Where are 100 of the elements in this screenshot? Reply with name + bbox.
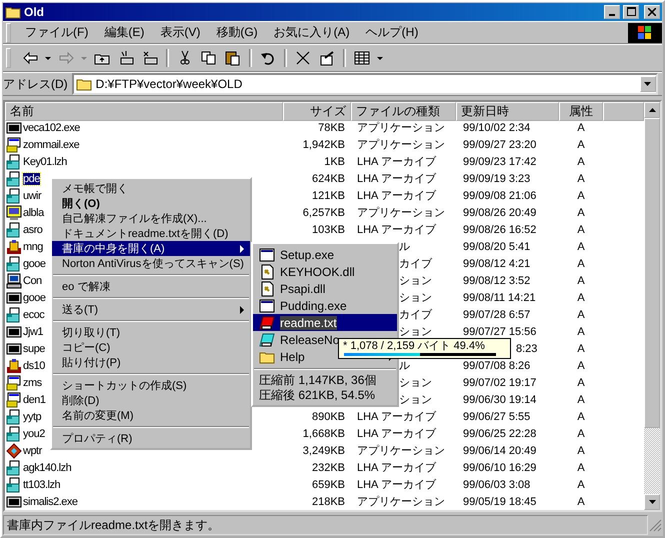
file-name[interactable]: supe [23,342,45,355]
menu-item[interactable]: Setup.exe [253,246,397,263]
file-name[interactable]: mng [23,240,43,253]
settings-file-icon [259,264,275,280]
back-arrow-icon [21,50,39,66]
menu-item[interactable]: ショートカットの作成(S) [52,378,250,393]
file-size: 659KB [312,478,345,491]
scroll-thumb[interactable] [644,118,660,428]
menu-item[interactable]: 自己解凍ファイルを作成(X)... [52,211,250,226]
menu-item[interactable]: Norton AntiVirusを使ってスキャン(S) [52,256,250,271]
column-header[interactable]: 名前 [5,102,283,122]
file-name[interactable]: ecoc [23,308,44,321]
file-name[interactable]: tt103.lzh [23,478,60,491]
menu-item[interactable]: 編集(E) [96,22,152,44]
menu-item[interactable]: 書庫の中身を開く(A) [52,241,250,256]
menu-item[interactable]: プロパティ(R) [52,431,250,446]
caret-button[interactable] [375,54,385,62]
dropdown-button[interactable] [640,76,656,92]
file-name[interactable]: you2 [23,428,45,440]
file-type: アプリケーション [357,139,445,152]
menu-item[interactable]: ファイル(F) [17,22,96,44]
file-name[interactable]: agk140.lzh [23,462,72,474]
menu-item[interactable]: Psapi.dll [253,280,397,297]
menu-item[interactable]: 移動(G) [208,22,266,44]
menu-item[interactable]: 開く(O) [52,196,250,211]
file-name[interactable]: Con [23,274,42,287]
archive-icon [6,222,22,238]
modified-date: 99/09/23 17:42 [463,156,536,168]
column-header[interactable]: サイズ [283,102,351,122]
file-attribute: A [577,224,585,236]
file-name[interactable]: den1 [23,394,46,406]
file-name[interactable]: veca102.exe [23,122,80,134]
notebook-icon [259,332,275,348]
menu-item[interactable]: ドキュメントreadme.txtを開く(D) [52,226,250,241]
file-name[interactable]: ds10 [23,360,45,372]
minimize-icon [609,14,615,16]
installer-icon [6,374,22,391]
modified-date: 8:23 [516,342,538,355]
close-button[interactable] [644,4,660,19]
menu-item[interactable]: 切り取り(T) [52,325,250,340]
menu-item[interactable]: 表示(V) [152,22,208,44]
menu-item[interactable]: 削除(D) [52,393,250,408]
menu-item[interactable]: お気に入り(A) [266,22,358,44]
modified-date: 99/08/20 5:41 [463,240,530,253]
file-attribute: A [577,376,585,389]
file-name[interactable]: gooe [23,292,46,304]
program-icon [6,290,22,306]
file-type: アプリケーション [357,496,445,508]
file-name[interactable]: simalis2.exe [23,496,78,508]
file-name[interactable]: zms [23,376,42,389]
file-type: LHA アーカイブ [357,479,436,492]
file-name[interactable]: Key01.lzh [23,156,67,168]
modified-date: 99/09/08 21:06 [463,190,536,202]
file-name[interactable]: asro [23,224,42,236]
column-header[interactable]: ファイルの種類 [351,102,456,122]
menu-item[interactable]: ヘルプ(H) [358,22,426,44]
column-header[interactable]: 属性 [559,102,603,122]
caret-icon [377,56,383,60]
file-name[interactable]: wptr [23,444,42,457]
file-type: ル [399,241,410,254]
view-grid-icon [353,50,371,66]
box-icon [6,358,22,374]
maximize-button[interactable] [623,4,639,19]
minimize-button[interactable] [604,4,620,19]
scroll-up-button[interactable] [644,102,660,118]
menu-item[interactable]: コピー(C) [52,340,250,355]
notebook-icon [259,314,275,330]
menu-item[interactable]: Pudding.exe [253,297,397,314]
file-size: 232KB [312,462,345,474]
address-field[interactable]: D:¥FTP¥vector¥week¥OLD [72,73,658,96]
program-icon [6,340,22,357]
menu-item[interactable]: readme.txt [253,314,397,331]
caret-button[interactable] [43,54,53,62]
menu-item[interactable]: メモ帳で開く [52,181,250,196]
scrollbar[interactable] [644,102,660,510]
file-name[interactable]: yytp [23,410,42,423]
file-name[interactable]: albla [23,206,44,219]
file-name[interactable]: pde [23,172,40,185]
tooltip-text: * 1,078 / 2,159 バイト 49.4% [343,340,486,352]
archive-tool-icon [6,204,22,221]
menu-item[interactable]: 貼り付け(P) [52,355,250,370]
up-arrow-icon [648,108,656,112]
archive-icon [6,476,22,493]
file-name[interactable]: zommail.exe [23,138,80,151]
paste-icon [224,50,242,66]
file-name[interactable]: uwir [23,190,42,202]
modified-date: 99/06/03 3:08 [463,478,530,491]
file-name[interactable]: gooe [23,258,46,270]
column-header[interactable]: 更新日時 [456,102,559,122]
file-type: LHA アーカイブ [357,224,436,236]
file-type: ション [399,326,432,338]
file-attribute: A [577,172,585,185]
file-attribute: A [577,342,585,355]
file-type: ション [399,394,432,406]
file-name[interactable]: Jjw1 [23,326,44,338]
scroll-down-button[interactable] [644,494,660,510]
menu-item[interactable]: KEYHOOK.dll [253,263,397,280]
menu-item[interactable]: 名前の変更(M) [52,408,250,423]
menu-item[interactable]: 送る(T) [52,302,250,317]
menu-item[interactable]: eo で解凍 [52,279,250,294]
